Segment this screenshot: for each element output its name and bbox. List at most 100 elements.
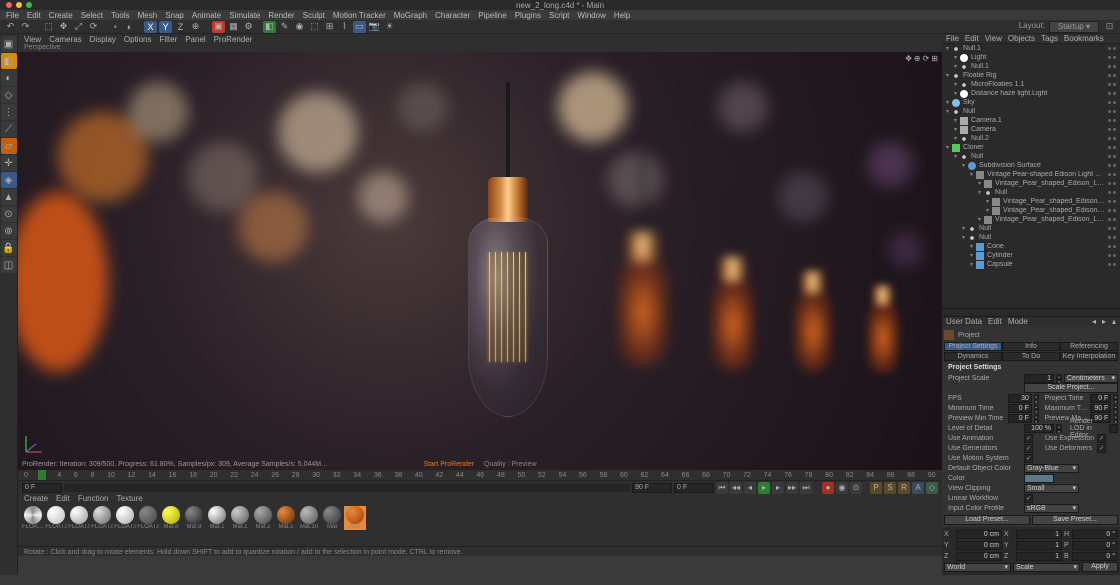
layout-dropdown[interactable]: Startup ▾ <box>1049 21 1099 33</box>
view-clipping-dropdown[interactable]: Small▾ <box>1024 484 1079 493</box>
viewport[interactable]: ProRender: Iteration: 309/500, Progress:… <box>18 52 942 470</box>
objects-menu-item[interactable]: View <box>985 34 1002 43</box>
floor-icon[interactable]: ▭ <box>353 21 366 33</box>
camera-icon[interactable]: 📷 <box>368 21 381 33</box>
expand-icon[interactable]: ▾ <box>946 45 949 52</box>
locked-tool-icon[interactable]: ◐ <box>123 21 136 33</box>
coord-rot-input[interactable]: 0 ° <box>1072 552 1118 561</box>
object-row[interactable]: ▾Vintage_Pear_shaped_Edison_Light_Bulb_w… <box>942 206 1120 215</box>
object-row[interactable]: ▾Vintage_Pear_shaped_Edison_Light_Bulb_g… <box>942 215 1120 224</box>
object-visibility-dots[interactable] <box>1108 56 1116 59</box>
key-rot-icon[interactable]: R <box>898 482 910 494</box>
axis-x-button[interactable]: X <box>144 21 157 33</box>
coord-apply-button[interactable]: Apply <box>1082 562 1118 572</box>
expand-icon[interactable]: ▾ <box>946 144 949 151</box>
zoom-icon[interactable] <box>26 2 32 8</box>
load-preset-button[interactable]: Load Preset... <box>944 515 1030 525</box>
object-row[interactable]: ▾Null <box>942 188 1120 197</box>
object-visibility-dots[interactable] <box>1108 200 1116 203</box>
material-item[interactable]: FLOAT.I <box>114 506 136 530</box>
prop-stepper[interactable]: ▴▾ <box>1034 394 1039 403</box>
undo-icon[interactable]: ↶ <box>4 21 17 33</box>
viewport-menu-item[interactable]: Display <box>90 35 116 44</box>
attr-nav-back-icon[interactable]: ◂ <box>1092 317 1096 326</box>
main-menu-item[interactable]: File <box>6 11 19 20</box>
scale-project-button[interactable]: Scale Project... <box>1024 383 1118 393</box>
timeline-start-input[interactable] <box>22 483 62 493</box>
object-row[interactable]: ▾Sky <box>942 98 1120 107</box>
cube-primitive-icon[interactable]: ◧ <box>263 21 276 33</box>
attr-menu-item[interactable]: User Data <box>946 317 982 326</box>
timeline-scrollbar[interactable] <box>64 484 630 492</box>
coord-mode1-dropdown[interactable]: World▾ <box>944 563 1011 572</box>
object-visibility-dots[interactable] <box>1108 83 1116 86</box>
object-visibility-dots[interactable] <box>1108 263 1116 266</box>
move-icon[interactable]: ✥ <box>57 21 70 33</box>
main-menu-item[interactable]: Pipeline <box>478 11 506 20</box>
object-row[interactable]: ▾Null.1 <box>942 44 1120 53</box>
goto-end-icon[interactable]: ⏭ <box>800 482 812 494</box>
viewport-menu-item[interactable]: Panel <box>185 35 205 44</box>
key-pos-icon[interactable]: P <box>870 482 882 494</box>
object-visibility-dots[interactable] <box>1108 218 1116 221</box>
object-row[interactable]: ▾Null <box>942 233 1120 242</box>
tweak-icon[interactable]: ◈ <box>1 172 17 188</box>
expand-icon[interactable]: ▾ <box>962 162 965 169</box>
timeline-end-input[interactable] <box>632 483 672 493</box>
key-scale-icon[interactable]: S <box>884 482 896 494</box>
expand-icon[interactable]: ▾ <box>954 54 957 61</box>
object-visibility-dots[interactable] <box>1108 164 1116 167</box>
planar-workplane-icon[interactable]: ◫ <box>1 257 17 273</box>
material-menu-item[interactable]: Edit <box>56 494 70 504</box>
object-row[interactable]: ▾Null <box>942 224 1120 233</box>
object-visibility-dots[interactable] <box>1108 47 1116 50</box>
render-pv-icon[interactable]: ▦ <box>227 21 240 33</box>
coord-pos-input[interactable]: 0 cm <box>956 530 1002 539</box>
objects-menu-item[interactable]: File <box>946 34 959 43</box>
key-param-icon[interactable]: A <box>912 482 924 494</box>
expand-icon[interactable]: ▾ <box>978 189 981 196</box>
viewport-menu-item[interactable]: Filter <box>159 35 177 44</box>
step-fwd-key-icon[interactable]: ▸▸ <box>786 482 798 494</box>
object-visibility-dots[interactable] <box>1108 128 1116 131</box>
object-row[interactable]: ▾Distance haze light.Light <box>942 89 1120 98</box>
main-menu-item[interactable]: Mesh <box>138 11 158 20</box>
main-menu-item[interactable]: Snap <box>165 11 184 20</box>
extrude-icon[interactable]: ⬚ <box>308 21 321 33</box>
prop-checkbox[interactable]: ✓ <box>1024 434 1033 443</box>
object-row[interactable]: ▾Capsule <box>942 260 1120 269</box>
rotate-icon[interactable]: ⟳ <box>87 21 100 33</box>
prop-checkbox[interactable]: ✓ <box>1097 444 1106 453</box>
coord-rot-input[interactable]: 0 ° <box>1072 530 1118 539</box>
color-swatch[interactable] <box>1024 474 1054 483</box>
lod-editor-checkbox[interactable] <box>1109 424 1118 433</box>
object-row[interactable]: ▾Floatie Rig <box>942 71 1120 80</box>
project-scale-stepper[interactable]: ▴▾ <box>1056 374 1062 383</box>
main-menu-item[interactable]: Tools <box>111 11 130 20</box>
viewport-pan-icon[interactable]: ✥ <box>905 54 912 63</box>
expand-icon[interactable]: ▾ <box>946 72 949 79</box>
object-visibility-dots[interactable] <box>1108 173 1116 176</box>
material-item[interactable]: FLOAT.I <box>68 506 90 530</box>
object-visibility-dots[interactable] <box>1108 245 1116 248</box>
object-tree[interactable]: ▾Null.1▾Light▾Null.1▾Floatie Rig▾MicroFl… <box>942 44 1120 308</box>
objects-hscroll[interactable] <box>942 308 1120 316</box>
minimize-icon[interactable] <box>16 2 22 8</box>
pen-icon[interactable]: ✎ <box>278 21 291 33</box>
point-mode-icon[interactable]: ⋮ <box>1 104 17 120</box>
expand-icon[interactable]: ▾ <box>954 135 957 142</box>
locked-workplane-icon[interactable]: 🔒 <box>1 240 17 256</box>
prop-stepper[interactable]: ▴▾ <box>1113 404 1118 413</box>
subdiv-icon[interactable]: ◉ <box>293 21 306 33</box>
object-row[interactable]: ▾Subdivision Surface <box>942 161 1120 170</box>
close-icon[interactable] <box>6 2 12 8</box>
prop-input[interactable]: 30 <box>1008 394 1032 403</box>
next-frame-icon[interactable]: ▸ <box>772 482 784 494</box>
main-menu-item[interactable]: Character <box>435 11 470 20</box>
workplane-icon[interactable]: ◇ <box>1 87 17 103</box>
expand-icon[interactable]: ▾ <box>946 108 949 115</box>
object-row[interactable]: ▾Null.1 <box>942 62 1120 71</box>
axis-mode-icon[interactable]: ✛ <box>1 155 17 171</box>
lod-stepper[interactable]: ▴▾ <box>1056 424 1062 433</box>
attr-nav-fwd-icon[interactable]: ▸ <box>1102 317 1106 326</box>
